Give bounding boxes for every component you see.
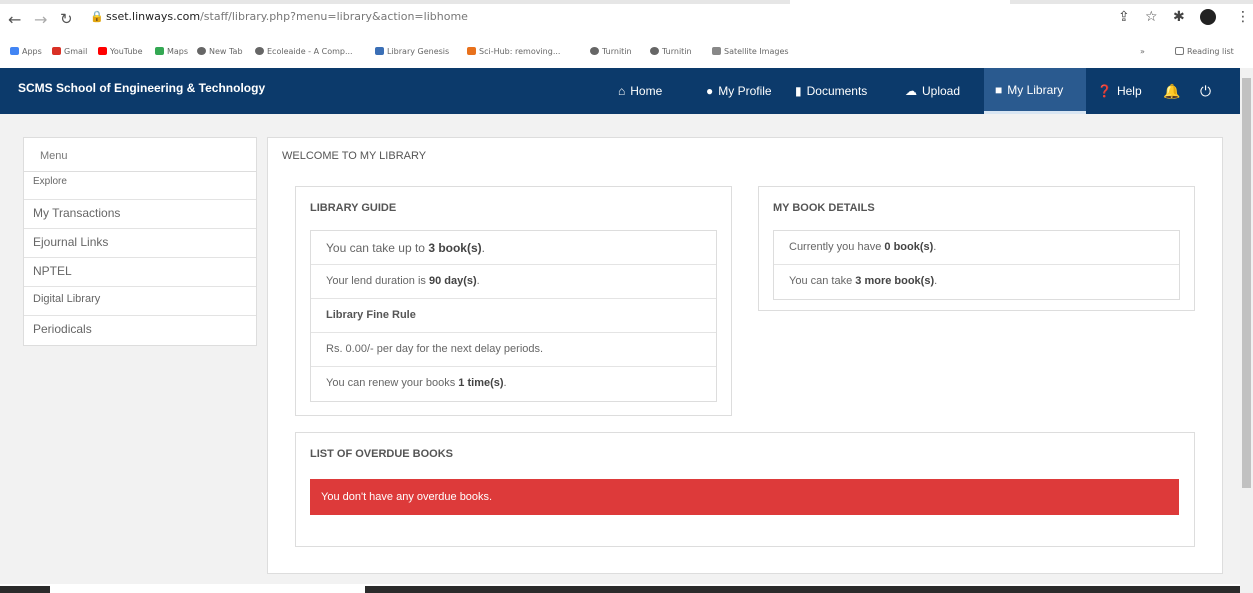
- bookmark-turnitin-1[interactable]: Turnitin: [590, 47, 632, 56]
- overdue-books-card: LIST OF OVERDUE BOOKS You don't have any…: [295, 432, 1195, 547]
- satellite-icon: [712, 47, 721, 55]
- back-icon[interactable]: ←: [8, 10, 21, 29]
- bookmark-apps[interactable]: Apps: [10, 47, 42, 56]
- reading-list-icon: [1175, 47, 1184, 55]
- tab-strip: [0, 0, 1253, 6]
- guide-renew-limit: You can renew your books 1 time(s).: [326, 377, 507, 389]
- home-icon: ⌂: [618, 84, 626, 98]
- app-header: SCMS School of Engineering & Technology …: [0, 68, 1240, 114]
- globe-icon: [197, 47, 206, 55]
- globe-icon: [255, 47, 264, 55]
- nav-upload[interactable]: ☁ Upload: [905, 68, 960, 114]
- brand-title[interactable]: SCMS School of Engineering & Technology: [18, 81, 265, 95]
- bottom-edge: [0, 584, 1240, 593]
- globe-icon: [590, 47, 599, 55]
- library-guide-list: You can take up to 3 book(s). Your lend …: [310, 230, 717, 402]
- details-current-books: Currently you have 0 book(s).: [774, 231, 1179, 265]
- document-icon: ▮: [795, 84, 802, 98]
- library-guide-title: LIBRARY GUIDE: [310, 202, 397, 214]
- nav-home[interactable]: ⌂ Home: [618, 68, 662, 114]
- power-icon[interactable]: ⏻: [1200, 68, 1211, 114]
- bookmark-maps[interactable]: Maps: [155, 47, 188, 56]
- book-details-card: MY BOOK DETAILS Currently you have 0 boo…: [758, 186, 1195, 311]
- page-title: WELCOME TO MY LIBRARY: [282, 150, 427, 162]
- bookmark-library-genesis[interactable]: Library Genesis: [375, 47, 449, 56]
- bookmarks-overflow-icon[interactable]: »: [1140, 47, 1145, 56]
- profile-avatar[interactable]: [1200, 9, 1216, 25]
- nav-help[interactable]: ❓ Help: [1097, 68, 1142, 114]
- details-more-books: You can take 3 more book(s).: [789, 275, 938, 287]
- overdue-books-title: LIST OF OVERDUE BOOKS: [310, 448, 454, 460]
- maps-icon: [155, 47, 164, 55]
- main-panel: WELCOME TO MY LIBRARY LIBRARY GUIDE You …: [267, 137, 1223, 574]
- sidebar-item-ejournal-links[interactable]: Ejournal Links: [24, 229, 256, 258]
- sidebar-menu: Menu Explore My Transactions Ejournal Li…: [23, 137, 257, 346]
- bell-icon[interactable]: 🔔: [1163, 68, 1180, 114]
- globe-icon: [650, 47, 659, 55]
- star-icon[interactable]: ☆: [1145, 9, 1158, 25]
- bookmark-gmail[interactable]: Gmail: [52, 47, 87, 56]
- help-icon: ❓: [1097, 84, 1112, 98]
- sidebar-item-nptel[interactable]: NPTEL: [24, 258, 256, 287]
- bookmarks-bar: Apps Gmail YouTube Maps New Tab Ecoleaid…: [0, 42, 1253, 64]
- nav-my-profile[interactable]: ● My Profile: [706, 68, 772, 114]
- sidebar-item-explore[interactable]: Explore: [24, 172, 256, 200]
- reload-icon[interactable]: ↻: [60, 10, 73, 28]
- lock-icon: 🔒: [90, 11, 104, 23]
- bookmark-scihub[interactable]: Sci-Hub: removing...: [467, 47, 560, 56]
- scihub-icon: [467, 47, 476, 55]
- guide-fine-rule-heading: Library Fine Rule: [311, 299, 716, 333]
- guide-lend-duration: Your lend duration is 90 day(s).: [311, 265, 716, 299]
- cloud-upload-icon: ☁: [905, 84, 917, 98]
- sidebar-heading: Menu: [24, 138, 256, 172]
- user-icon: ●: [706, 84, 714, 98]
- bookmark-turnitin-2[interactable]: Turnitin: [650, 47, 692, 56]
- url-host: sset.linways.com: [106, 10, 201, 23]
- guide-take-limit: You can take up to 3 book(s).: [311, 231, 716, 265]
- url-path: /staff/library.php?menu=library&action=l…: [200, 10, 468, 23]
- address-bar[interactable]: sset.linways.com/staff/library.php?menu=…: [106, 10, 468, 23]
- bookmark-new-tab[interactable]: New Tab: [197, 47, 243, 56]
- library-guide-card: LIBRARY GUIDE You can take up to 3 book(…: [295, 186, 732, 416]
- book-details-list: Currently you have 0 book(s). You can ta…: [773, 230, 1180, 300]
- menu-dots-icon[interactable]: ⋮: [1236, 9, 1250, 25]
- library-genesis-icon: [375, 47, 384, 55]
- guide-fine-rule-text: Rs. 0.00/- per day for the next delay pe…: [311, 333, 716, 367]
- reading-list[interactable]: Reading list: [1175, 47, 1234, 56]
- gmail-icon: [52, 47, 61, 55]
- bookmark-satellite[interactable]: Satellite Images: [712, 47, 789, 56]
- no-overdue-alert: You don't have any overdue books.: [310, 479, 1179, 515]
- sidebar-item-my-transactions[interactable]: My Transactions: [24, 200, 256, 229]
- sidebar-item-digital-library[interactable]: Digital Library: [24, 287, 256, 316]
- youtube-icon: [98, 47, 107, 55]
- forward-icon[interactable]: →: [34, 10, 47, 29]
- share-icon[interactable]: ⇪: [1118, 9, 1130, 25]
- apps-icon: [10, 47, 19, 55]
- book-details-title: MY BOOK DETAILS: [773, 202, 875, 214]
- nav-documents[interactable]: ▮ Documents: [795, 68, 867, 114]
- nav-my-library[interactable]: ■ My Library: [984, 68, 1086, 114]
- browser-toolbar: ← → ↻ 🔒 sset.linways.com/staff/library.p…: [0, 0, 1253, 40]
- bookmark-youtube[interactable]: YouTube: [98, 47, 143, 56]
- sidebar-item-periodicals[interactable]: Periodicals: [24, 316, 256, 345]
- extensions-icon[interactable]: ✱: [1173, 9, 1185, 25]
- book-icon: ■: [995, 82, 1003, 97]
- bookmark-ecoleaide[interactable]: Ecoleaide - A Comp...: [255, 47, 353, 56]
- scrollbar-thumb[interactable]: [1242, 78, 1251, 488]
- page-scrollbar[interactable]: [1240, 68, 1253, 593]
